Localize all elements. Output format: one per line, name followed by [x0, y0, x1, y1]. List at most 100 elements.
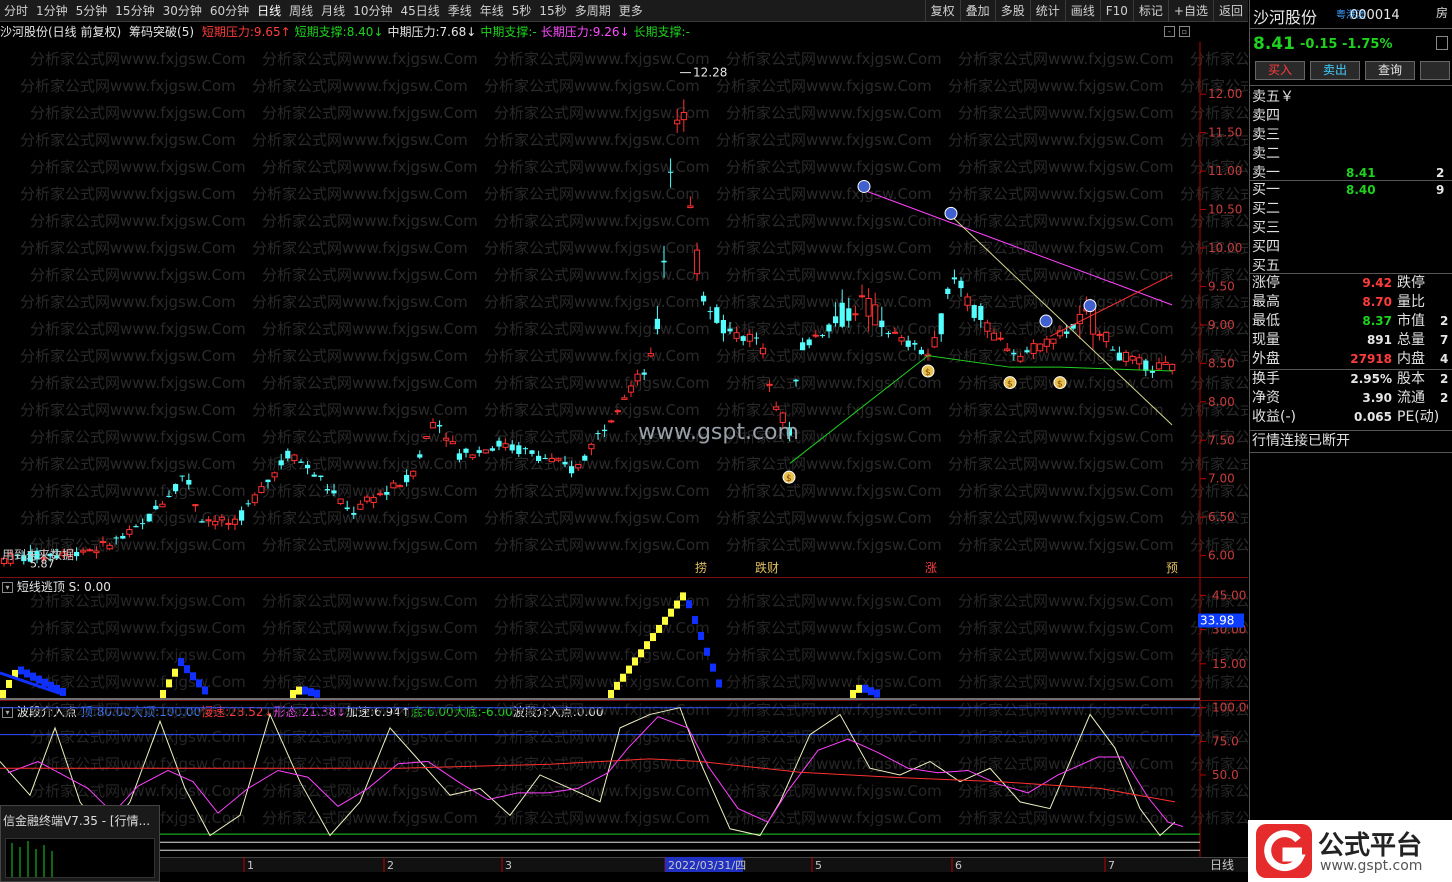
- candle-body: [1149, 370, 1155, 373]
- tool-button[interactable]: F10: [1099, 0, 1133, 22]
- period-tab[interactable]: 多周期: [571, 0, 615, 22]
- candle-body: [978, 306, 984, 320]
- bg-watermark: 分析家公式网www.fxjgsw.Com: [716, 401, 932, 419]
- candlestick-chart[interactable]: 分析家公式网www.fxjgsw.Com 分析家公式网www.fxjgsw.Com…: [0, 42, 1248, 577]
- bg-watermark: 分析家公式网www.fxjgsw.Com: [726, 673, 942, 691]
- bg-watermark: 分析家公式网www.fxjgsw.Com: [958, 428, 1174, 446]
- period-tab[interactable]: 45日线: [396, 0, 443, 22]
- band-entry-chart[interactable]: 分析家公式网www.fxjgsw.Com 分析家公式网www.fxjgsw.Com…: [0, 701, 1248, 857]
- bid-level-label: 买三: [1252, 220, 1280, 236]
- candle-body: [647, 353, 654, 357]
- indicator-value: 长期压力:9.26↓: [540, 25, 630, 39]
- bg-watermark: 分析家公式网www.fxjgsw.Com: [494, 809, 710, 827]
- candle-body: [218, 516, 225, 521]
- window-icon[interactable]: ▫: [1179, 26, 1190, 37]
- bg-watermark: 分析家公式网www.fxjgsw.Com: [958, 673, 1174, 691]
- edge-button[interactable]: 房: [1436, 4, 1448, 21]
- period-tab[interactable]: 15分钟: [111, 0, 158, 22]
- minus-icon[interactable]: -: [1164, 26, 1175, 37]
- candle-body: [417, 454, 423, 458]
- tool-button[interactable]: 画线: [1064, 0, 1100, 22]
- timeline-axis[interactable]: 1 2 3 2022/03/31/四 5 6 7 日线: [0, 857, 1248, 872]
- bg-watermark: 分析家公式网www.fxjgsw.Com: [494, 482, 710, 500]
- bg-watermark: 分析家公式网www.fxjgsw.Com: [30, 104, 246, 122]
- period-tab[interactable]: 5秒: [508, 0, 536, 22]
- tool-button[interactable]: 多股: [994, 0, 1030, 22]
- candle-body: [113, 537, 119, 539]
- pin-icon[interactable]: [1436, 36, 1448, 50]
- candle-body: [595, 433, 601, 435]
- connection-status: 行情连接已断开: [1252, 433, 1350, 449]
- candle-body: [759, 347, 767, 355]
- indicator-name[interactable]: 筹码突破(5): [129, 25, 194, 39]
- indicator-info-line: 沙河股份(日线 前复权) 筹码突破(5) 短期压力:9.65↑ 短期支撑:8.40…: [0, 23, 1200, 41]
- candle-body: [945, 288, 951, 294]
- bg-watermark: 分析家公式网www.fxjgsw.Com: [30, 428, 246, 446]
- candle-body: [582, 455, 588, 461]
- candle-body: [443, 437, 450, 441]
- query-button[interactable]: 查询: [1365, 61, 1415, 80]
- bg-watermark: 分析家公式网www.fxjgsw.Com: [262, 104, 478, 122]
- bg-watermark: 分析家公式网www.fxjgsw.Com: [958, 646, 1174, 664]
- price-tick-label: 10.00: [1208, 241, 1242, 255]
- signal-marker: 预: [1166, 561, 1178, 575]
- more-button[interactable]: [1420, 61, 1450, 80]
- tool-button[interactable]: 返回: [1212, 0, 1248, 22]
- candle-body: [872, 304, 879, 326]
- tool-button[interactable]: 复权: [924, 0, 960, 22]
- period-tab[interactable]: 1分钟: [32, 0, 72, 22]
- candle-body: [812, 334, 819, 337]
- divider: [1250, 430, 1452, 431]
- candle-body: [634, 373, 641, 382]
- tool-button[interactable]: 标记: [1132, 0, 1168, 22]
- buy-button[interactable]: 买入: [1255, 61, 1305, 80]
- sell-button[interactable]: 卖出: [1310, 61, 1360, 80]
- bg-watermark: 分析家公式网www.fxjgsw.Com: [252, 239, 468, 257]
- candle-body: [311, 474, 317, 477]
- period-tab[interactable]: 日线: [253, 0, 285, 22]
- candle-body: [437, 425, 443, 427]
- candle-body: [410, 470, 417, 477]
- bg-watermark: 分析家公式网www.fxjgsw.Com: [30, 592, 246, 610]
- candle-body: [614, 410, 621, 413]
- bg-watermark: 分析家公式网www.fxjgsw.Com: [494, 266, 710, 284]
- stat-value: 2: [1440, 372, 1449, 386]
- period-tab[interactable]: 周线: [285, 0, 317, 22]
- period-tab[interactable]: 60分钟: [206, 0, 253, 22]
- period-tab[interactable]: 月线: [317, 0, 349, 22]
- svg-text:涨: 涨: [925, 560, 937, 575]
- g-letter-icon: [1264, 830, 1306, 872]
- period-tab[interactable]: 30分钟: [159, 0, 206, 22]
- stat-label: 跌停: [1397, 275, 1425, 291]
- bg-watermark: 分析家公式网www.fxjgsw.Com: [726, 701, 942, 719]
- period-tab[interactable]: 年线: [476, 0, 508, 22]
- candle-body: [542, 457, 548, 459]
- period-tab[interactable]: 10分钟: [349, 0, 396, 22]
- bg-watermark: 分析家公式网www.fxjgsw.Com: [30, 755, 246, 773]
- candle-body: [806, 339, 812, 346]
- period-tab[interactable]: 5分钟: [72, 0, 112, 22]
- tool-button[interactable]: +自选: [1167, 0, 1213, 22]
- tool-button[interactable]: 叠加: [959, 0, 995, 22]
- period-tab[interactable]: 15秒: [535, 0, 570, 22]
- bg-watermark: 分析家公式网www.fxjgsw.Com: [262, 266, 478, 284]
- escape-top-chart[interactable]: 分析家公式网www.fxjgsw.Com 分析家公式网www.fxjgsw.Com…: [0, 578, 1248, 700]
- period-tab[interactable]: 季线: [444, 0, 476, 22]
- candle-body: [529, 450, 535, 454]
- svg-text:$: $: [1007, 380, 1013, 390]
- period-tab[interactable]: 更多: [615, 0, 647, 22]
- candle-body: [449, 441, 456, 445]
- period-tab[interactable]: 分时: [0, 0, 32, 22]
- price-change-pct: -1.75%: [1342, 37, 1393, 52]
- candle-body: [456, 453, 462, 460]
- stat-label: 量比: [1397, 294, 1425, 310]
- tool-button[interactable]: 统计: [1029, 0, 1065, 22]
- stat-label: 涨停: [1252, 275, 1280, 291]
- bg-watermark: 分析家公式网www.fxjgsw.Com: [494, 212, 710, 230]
- candle-body: [1169, 363, 1176, 371]
- stat-label: 外盘: [1252, 351, 1280, 367]
- candle-body: [140, 523, 146, 525]
- candle-body: [912, 342, 918, 345]
- candle-body: [126, 528, 133, 535]
- taskbar-preview[interactable]: 信金融终端V7.35 - [行情...: [0, 805, 160, 882]
